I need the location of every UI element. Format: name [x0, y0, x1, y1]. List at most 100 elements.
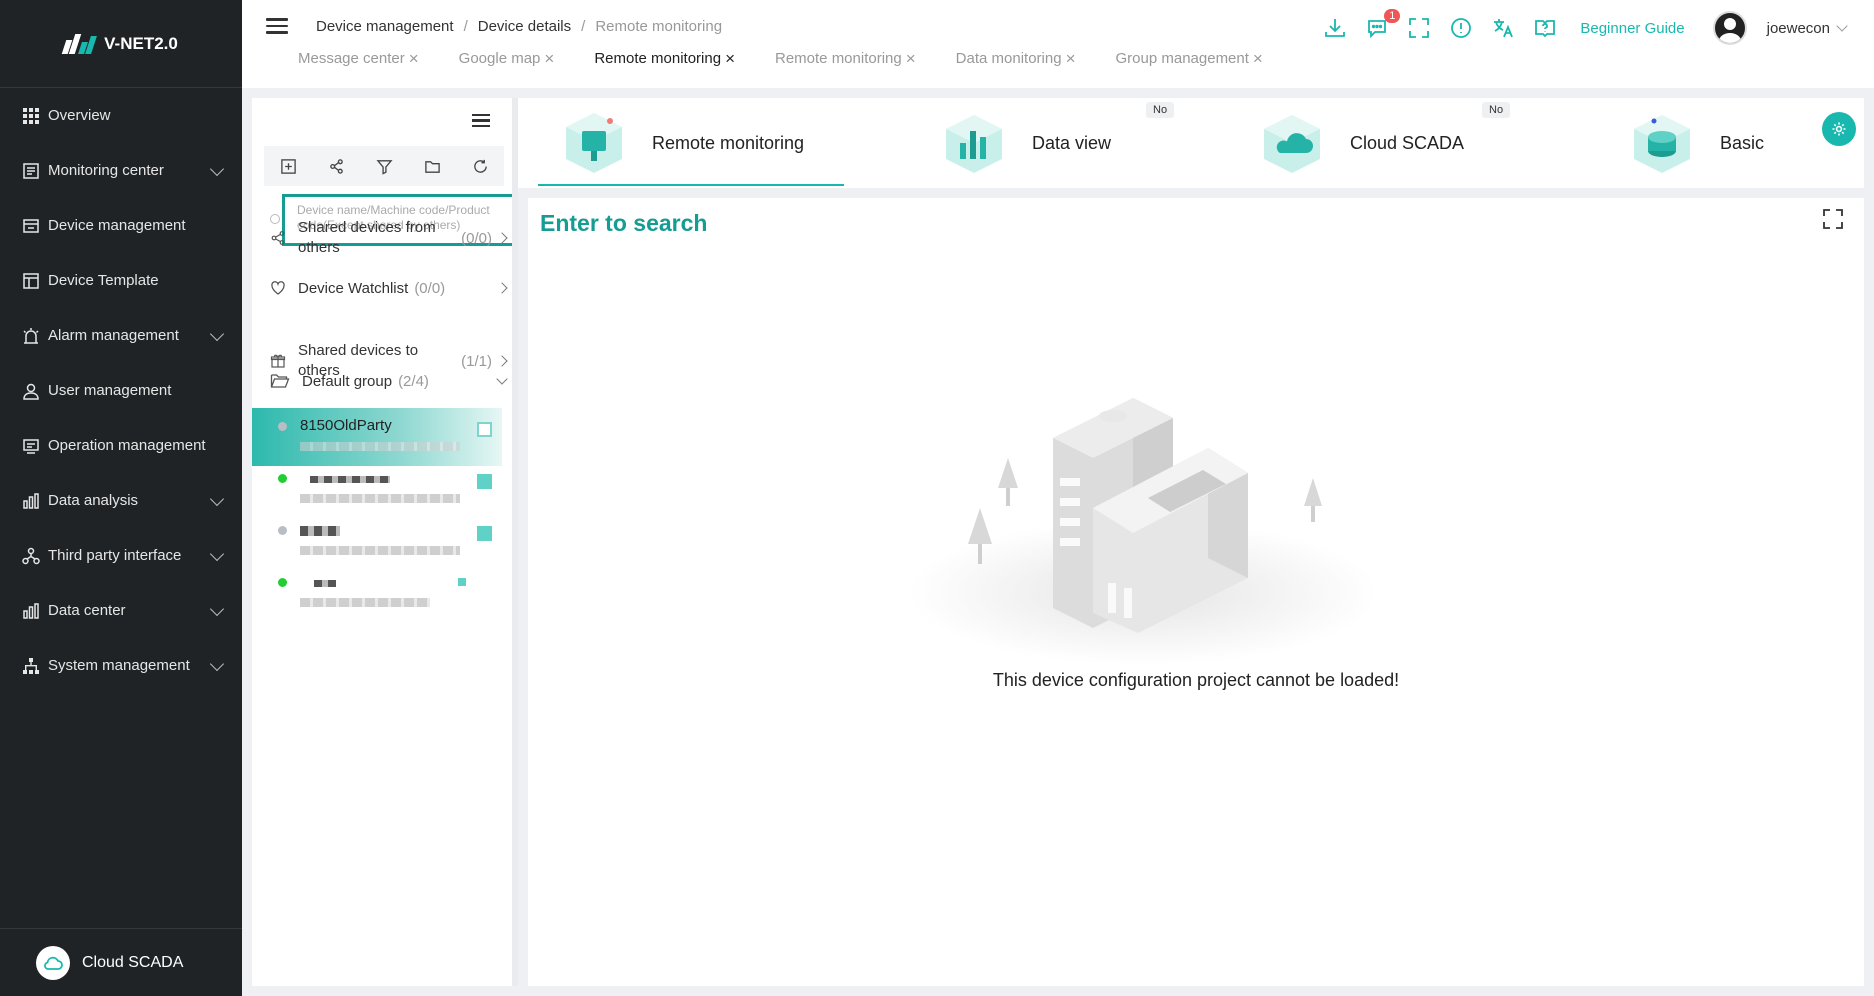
username[interactable]: joewecon [1767, 20, 1830, 37]
close-icon[interactable]: × [409, 50, 419, 67]
view-tab-data-view[interactable]: Data view [938, 98, 1111, 188]
data-view-illustration-icon [946, 115, 1002, 173]
folder-open-icon [270, 374, 290, 388]
alarm-icon [23, 327, 39, 344]
panel-collapse-icon[interactable] [472, 114, 490, 128]
device-toolbar [264, 146, 504, 186]
tab-message-center[interactable]: Message center × [298, 50, 419, 67]
avatar[interactable] [1712, 11, 1747, 45]
close-icon[interactable]: × [725, 50, 735, 67]
sidebar-item-alarm-management[interactable]: Alarm management [0, 308, 242, 363]
breadcrumb-separator: / [581, 18, 586, 35]
device-monitor-icon[interactable] [477, 474, 492, 489]
close-icon[interactable]: × [1253, 50, 1263, 67]
sidebar-item-overview[interactable]: Overview [0, 88, 242, 143]
info-icon[interactable] [1448, 15, 1474, 41]
share-icon [271, 231, 285, 245]
view-tab-label: Basic [1720, 132, 1765, 153]
device-code-redacted [300, 442, 460, 451]
tab-remote-monitoring-active[interactable]: Remote monitoring × [594, 50, 735, 67]
template-icon [23, 272, 39, 289]
menu-toggle-icon[interactable] [266, 18, 288, 36]
close-icon[interactable]: × [906, 50, 916, 67]
status-dot [278, 526, 287, 535]
device-item[interactable] [252, 460, 502, 518]
sidebar-item-label: Operation management [48, 437, 206, 454]
chevron-right-icon [496, 355, 508, 367]
message-badge: 1 [1384, 9, 1401, 23]
add-icon[interactable] [280, 158, 297, 175]
tab-group-management[interactable]: Group management × [1116, 50, 1263, 67]
sidebar-item-device-template[interactable]: Device Template [0, 253, 242, 308]
filter-icon[interactable] [375, 158, 393, 175]
translate-icon[interactable] [1490, 15, 1516, 41]
sidebar-item-label: Third party interface [48, 547, 182, 564]
chevron-down-icon[interactable] [1836, 20, 1848, 32]
fullscreen-icon[interactable] [1406, 15, 1432, 41]
share-icon[interactable] [328, 158, 345, 175]
status-dot [278, 578, 287, 587]
device-monitor-icon[interactable] [477, 526, 492, 541]
tab-label: Data monitoring [955, 50, 1062, 67]
device-item[interactable] [252, 512, 502, 570]
sidebar-item-operation-management[interactable]: Operation management [0, 418, 242, 473]
device-item[interactable] [252, 564, 502, 622]
tab-remote-monitoring[interactable]: Remote monitoring × [775, 50, 916, 67]
view-tab-basic[interactable]: Basic [1626, 98, 1764, 188]
group-default-row[interactable]: Default group (2/4) [270, 372, 508, 390]
device-monitor-icon[interactable] [458, 578, 466, 586]
sidebar-item-monitoring-center[interactable]: Monitoring center [0, 143, 242, 198]
sidebar-item-system-management[interactable]: System management [0, 638, 242, 693]
breadcrumb-item[interactable]: Device details [478, 18, 571, 35]
device-item[interactable]: 8150OldParty [252, 408, 502, 466]
device-monitor-icon[interactable] [477, 422, 492, 437]
view-tab-label: Cloud SCADA [1350, 132, 1465, 153]
page-tabs: Message center × Google map × Remote monit… [298, 50, 1303, 67]
org-chart-icon [23, 657, 39, 674]
cloud-icon [36, 945, 70, 980]
group-count: (2/4) [398, 372, 429, 390]
close-icon[interactable]: × [1066, 50, 1076, 67]
data-view-status-tag: No [1146, 102, 1175, 118]
refresh-icon[interactable] [472, 158, 489, 175]
breadcrumb-item[interactable]: Device management [316, 18, 454, 35]
sidebar-item-label: Overview [48, 107, 111, 124]
gear-icon [1832, 122, 1846, 136]
sidebar-item-label: System management [48, 657, 190, 674]
cloud-scada-button[interactable]: Cloud SCADA [0, 928, 242, 996]
sidebar-item-data-analysis[interactable]: Data analysis [0, 473, 242, 528]
expand-icon[interactable] [1822, 208, 1844, 230]
heart-icon [271, 281, 285, 295]
view-tab-cloud-scada[interactable]: Cloud SCADA [1256, 98, 1464, 188]
folder-icon[interactable] [424, 158, 441, 175]
tab-label: Group management [1115, 50, 1249, 67]
group-device-watchlist[interactable]: Device Watchlist (0/0) [270, 276, 508, 300]
settings-gear-button[interactable] [1822, 112, 1856, 146]
status-dot [278, 474, 287, 483]
gift-icon [270, 354, 286, 368]
beginner-guide-link[interactable]: Beginner Guide [1580, 20, 1684, 37]
sidebar-item-user-management[interactable]: User management [0, 363, 242, 418]
group-shared-from-others[interactable]: Shared devices from others (0/0) [270, 218, 508, 258]
tab-data-monitoring[interactable]: Data monitoring × [956, 50, 1076, 67]
tab-label: Remote monitoring [775, 50, 902, 67]
help-book-icon[interactable] [1532, 15, 1558, 41]
breadcrumb-current: Remote monitoring [595, 18, 723, 35]
chevron-down-icon [496, 372, 508, 385]
close-icon[interactable]: × [544, 50, 554, 67]
sidebar-item-data-center[interactable]: Data center [0, 583, 242, 638]
sidebar-item-third-party-interface[interactable]: Third party interface [0, 528, 242, 583]
chevron-down-icon [209, 656, 225, 671]
tab-google-map[interactable]: Google map × [459, 50, 555, 67]
logo[interactable]: V-NET2.0 [0, 0, 242, 88]
message-icon[interactable]: 1 [1364, 9, 1401, 41]
basic-illustration-icon [1634, 115, 1690, 173]
device-name: 8150OldParty [300, 417, 392, 434]
panel-scrollbar[interactable] [512, 98, 518, 986]
tab-label: Google map [458, 50, 541, 67]
monitoring-content: Enter to search This device configuratio… [528, 198, 1864, 986]
view-tab-remote-monitoring[interactable]: Remote monitoring [537, 98, 845, 188]
download-icon[interactable] [1322, 15, 1348, 41]
tab-label: Message center [298, 50, 405, 67]
sidebar-item-device-management[interactable]: Device management [0, 198, 242, 253]
